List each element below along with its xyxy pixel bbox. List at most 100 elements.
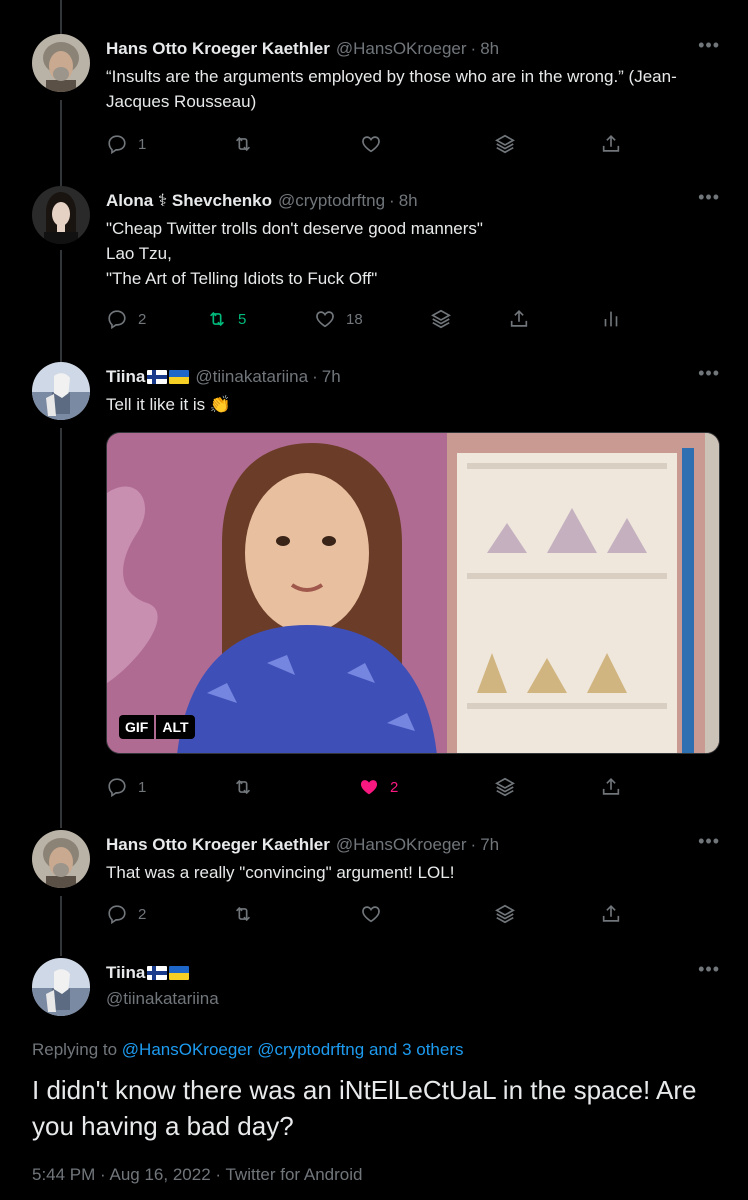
analytics-icon: [604, 311, 618, 327]
heart-icon: [316, 311, 334, 328]
retweet-button[interactable]: [232, 133, 264, 155]
retweet-icon: [209, 311, 225, 327]
display-name[interactable]: Tiina: [106, 366, 145, 388]
layers-icon: [495, 777, 515, 797]
more-horizontal-icon[interactable]: •••: [698, 832, 720, 850]
layers-button[interactable]: [494, 776, 516, 798]
retweet-button[interactable]: [232, 903, 264, 925]
user-handle[interactable]: @HansOKroeger: [336, 834, 467, 856]
gif-image: [107, 433, 719, 753]
replying-to: Replying to @HansOKroeger @cryptodrftng …: [32, 1040, 464, 1060]
thread-line: [60, 428, 62, 828]
share-icon: [600, 0, 624, 8]
mention-link[interactable]: @cryptodrftng: [257, 1040, 364, 1059]
retweet-icon: [235, 906, 251, 922]
timestamp[interactable]: 7h: [322, 366, 341, 388]
user-handle[interactable]: @cryptodrftng: [278, 190, 385, 212]
tweet-actions: 2 5 18: [106, 308, 626, 334]
tweet-date[interactable]: Aug 16, 2022: [110, 1165, 211, 1184]
share-icon: [602, 135, 620, 152]
thread-line: [60, 250, 62, 362]
reply-button[interactable]: 1: [106, 133, 146, 155]
tweet-source[interactable]: Twitter for Android: [225, 1165, 362, 1184]
share-icon: [510, 310, 528, 327]
others-link[interactable]: 3 others: [402, 1040, 463, 1059]
share-button[interactable]: [600, 776, 622, 798]
replying-label: Replying to: [32, 1040, 118, 1059]
layers-icon: [495, 134, 515, 154]
focused-tweet-text: I didn't know there was an iNtElLeCtUaL …: [32, 1075, 697, 1141]
separator-dot: ·: [215, 1165, 226, 1184]
thread-line: [60, 0, 62, 34]
layers-button[interactable]: [494, 903, 516, 925]
tweet-text: Tell it like it is 👏: [106, 395, 232, 414]
display-name[interactable]: Hans Otto Kroeger Kaethler: [106, 38, 330, 60]
avatar[interactable]: [32, 186, 90, 244]
share-button[interactable]: [600, 133, 622, 155]
partial-actions-top: [0, 0, 748, 10]
mention-and[interactable]: and: [369, 1040, 397, 1059]
ukraine-flag-icon: [169, 966, 190, 980]
tweet-actions: 1 2: [106, 776, 626, 802]
layers-button[interactable]: [494, 133, 516, 155]
more-horizontal-icon[interactable]: •••: [698, 36, 720, 54]
layers-icon: [495, 904, 515, 924]
reply-count: 2: [138, 905, 147, 923]
alt-text-badge[interactable]: ALT: [156, 715, 195, 739]
avatar[interactable]: [32, 958, 90, 1016]
layers-icon: [431, 309, 451, 329]
heart-icon: [362, 136, 380, 153]
reply-button[interactable]: 1: [106, 776, 146, 798]
retweet-button[interactable]: 5: [206, 308, 246, 330]
layers-button[interactable]: [430, 308, 452, 330]
user-handle[interactable]: @tiinakatariina: [195, 366, 308, 388]
avatar[interactable]: [32, 34, 90, 92]
tweet-time[interactable]: 5:44 PM: [32, 1165, 95, 1184]
thread-line: [60, 100, 62, 190]
timestamp[interactable]: 8h: [399, 190, 418, 212]
separator-dot: ·: [389, 191, 395, 210]
avatar[interactable]: [32, 362, 90, 420]
retweet-count: 5: [238, 310, 247, 328]
user-handle[interactable]: @HansOKroeger: [336, 38, 467, 60]
separator-dot: ·: [470, 835, 477, 854]
like-button[interactable]: 2: [358, 776, 398, 798]
gif-media[interactable]: GIF ALT: [106, 432, 720, 754]
display-name[interactable]: Tiina: [106, 962, 145, 984]
display-name[interactable]: Alona ⚕ Shevchenko: [106, 190, 272, 212]
timestamp[interactable]: 8h: [480, 38, 499, 60]
ukraine-flag-icon: [169, 370, 190, 384]
retweet-icon: [235, 136, 251, 152]
more-horizontal-icon[interactable]: •••: [698, 960, 720, 978]
retweet-icon: [235, 779, 251, 795]
layers-icon: [507, 0, 509, 1]
reply-button[interactable]: 2: [106, 308, 146, 330]
finland-flag-icon: [147, 966, 168, 980]
user-handle[interactable]: @tiinakatariina: [106, 988, 219, 1010]
more-horizontal-icon[interactable]: •••: [698, 364, 720, 382]
timestamp[interactable]: 7h: [480, 834, 499, 856]
avatar[interactable]: [32, 830, 90, 888]
tweet-text: "Cheap Twitter trolls don't deserve good…: [106, 219, 483, 288]
more-horizontal-icon[interactable]: •••: [698, 188, 720, 206]
retweet-button[interactable]: [232, 776, 264, 798]
tweet-text: That was a really "convincing" argument!…: [106, 863, 455, 882]
media-badges: GIF ALT: [119, 715, 195, 739]
tweet-meta: 5:44 PM · Aug 16, 2022 · Twitter for And…: [32, 1165, 362, 1185]
separator-dot: ·: [312, 367, 318, 386]
like-button[interactable]: [360, 903, 392, 925]
like-button[interactable]: [360, 133, 392, 155]
share-icon: [602, 778, 620, 795]
reply-count: 1: [138, 135, 147, 153]
gif-badge: GIF: [119, 715, 155, 739]
display-name[interactable]: Hans Otto Kroeger Kaethler: [106, 834, 330, 856]
share-button[interactable]: [508, 308, 530, 330]
share-button[interactable]: [600, 903, 622, 925]
analytics-button[interactable]: [600, 308, 622, 330]
tweet-actions: 2: [106, 903, 626, 929]
mention-link[interactable]: @HansOKroeger: [122, 1040, 253, 1059]
reply-button[interactable]: 2: [106, 903, 146, 925]
like-button[interactable]: 18: [314, 308, 363, 330]
tweet-actions: 1: [106, 133, 626, 159]
like-count: 2: [390, 778, 399, 796]
